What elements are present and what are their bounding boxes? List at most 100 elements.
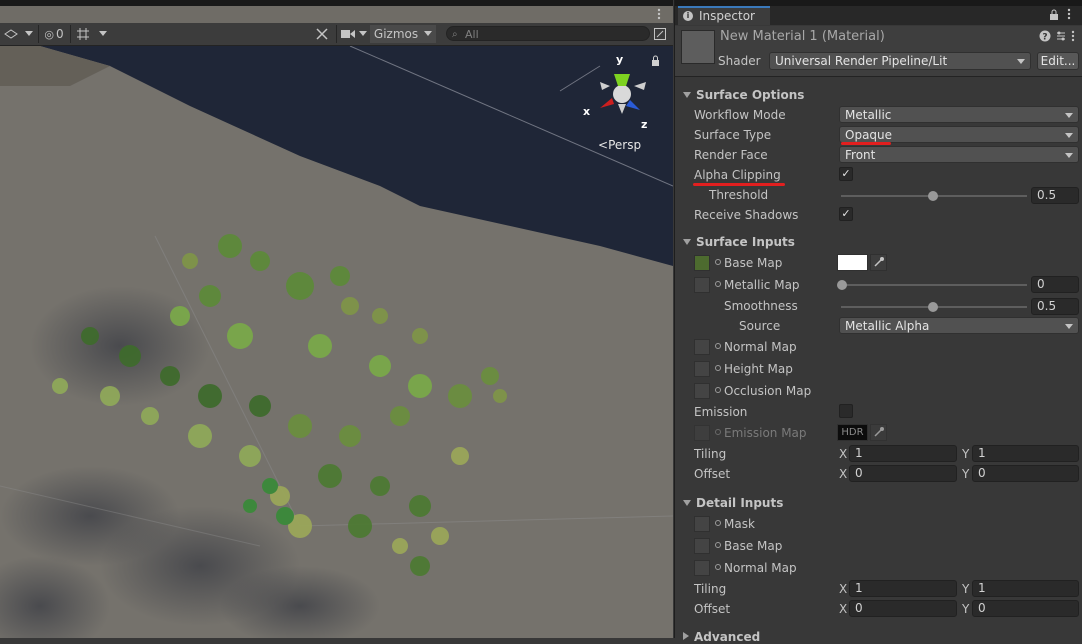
layers-dropdown-arrow[interactable] [22,25,36,43]
detail-normal-map-texture-slot[interactable] [694,560,710,576]
alpha-clipping-checkbox[interactable]: ✓ [839,167,853,181]
preset-icon[interactable] [1055,30,1067,45]
tools-icon[interactable] [310,25,334,43]
object-picker-icon[interactable] [715,520,721,526]
chevron-down-icon [1065,324,1073,329]
red-underline-surface-type [841,142,891,145]
svg-text:?: ? [1042,33,1047,43]
search-icon: ⌕ [452,29,458,40]
detail-offset-y-label: Y [962,602,970,616]
material-header: New Material 1 (Material) ? Shader Unive… [675,26,1082,77]
mask-label: Mask [724,517,755,531]
detail-tiling-y-label: Y [962,582,970,596]
shader-dropdown[interactable]: Universal Render Pipeline/Lit [769,52,1031,70]
section-surface-options[interactable]: Surface Options [683,88,804,102]
inspector-lock-icon[interactable] [1049,9,1059,23]
section-title: Surface Options [696,88,805,102]
render-face-label: Render Face [694,148,768,162]
emission-checkbox[interactable] [839,404,853,418]
section-advanced[interactable]: Advanced [683,630,760,644]
scene-more-options-icon[interactable] [652,6,666,22]
header-more-icon[interactable] [1071,30,1075,45]
scene-canvas[interactable] [0,46,673,638]
metallic-field[interactable]: 0 [1031,276,1079,293]
object-picker-icon[interactable] [715,429,721,435]
inspector-more-options-icon[interactable] [1067,8,1071,23]
search-placeholder: All [465,28,479,41]
tiling-x-field[interactable]: 1 [849,445,957,462]
base-map-color-swatch[interactable] [837,254,868,271]
material-preview [681,30,715,64]
surface-type-dropdown[interactable]: Opaque [839,126,1079,143]
offset-x-field[interactable]: 0 [849,465,957,482]
render-face-dropdown[interactable]: Front [839,146,1079,163]
layers-icon[interactable] [0,25,22,43]
offset-y-field[interactable]: 0 [972,465,1079,482]
threshold-label: Threshold [709,188,769,202]
source-label: Source [739,319,781,333]
scene-settings-icon[interactable] [652,25,668,43]
grid-icon[interactable] [70,25,95,43]
metallic-map-texture-slot[interactable] [694,277,710,293]
scene-search-input[interactable]: ⌕ All [446,26,650,41]
threshold-field[interactable]: 0.5 [1031,187,1079,204]
info-icon: i [683,11,693,21]
detail-base-map-label: Base Map [724,539,783,553]
occlusion-map-texture-slot[interactable] [694,383,710,399]
object-picker-icon[interactable] [715,281,721,287]
normal-map-texture-slot[interactable] [694,339,710,355]
help-icon[interactable]: ? [1039,30,1051,45]
smoothness-slider-handle[interactable] [928,302,938,312]
render-face-value: Front [845,148,876,162]
emission-color-swatch[interactable]: HDR [837,424,868,441]
mask-texture-slot[interactable] [694,516,710,532]
threshold-slider-handle[interactable] [928,191,938,201]
detail-offset-x-label: X [839,602,848,616]
object-picker-icon[interactable] [715,542,721,548]
persp-toggle[interactable]: <Persp [598,138,641,152]
offset-y-label: Y [962,467,970,481]
base-map-label: Base Map [724,256,783,270]
hdr-label: HDR [841,427,864,438]
detail-tiling-x-field[interactable]: 1 [849,580,957,597]
edit-shader-button[interactable]: Edit... [1037,52,1079,70]
camera-dropdown-arrow[interactable] [356,25,370,43]
base-map-texture-slot[interactable] [694,255,710,271]
gizmo-x-label: x [583,105,591,118]
detail-tiling-y-field[interactable]: 1 [972,580,1079,597]
eyedropper-icon[interactable] [870,424,887,441]
eyedropper-icon[interactable] [870,254,887,271]
object-picker-icon[interactable] [715,259,721,265]
metallic-slider-track[interactable] [841,284,1027,286]
metallic-slider-handle[interactable] [837,280,847,290]
detail-base-map-texture-slot[interactable] [694,538,710,554]
object-picker-icon[interactable] [715,387,721,393]
receive-shadows-checkbox[interactable]: ✓ [839,207,853,221]
grid-dropdown-arrow[interactable] [94,25,112,43]
section-title: Advanced [694,630,761,644]
object-picker-icon[interactable] [715,365,721,371]
smoothness-field[interactable]: 0.5 [1031,298,1079,315]
height-map-texture-slot[interactable] [694,361,710,377]
chevron-down-icon [1017,59,1025,64]
section-surface-inputs[interactable]: Surface Inputs [683,235,795,249]
gizmos-button[interactable]: Gizmos [370,25,422,43]
section-detail-inputs[interactable]: Detail Inputs [683,496,783,510]
object-picker-icon[interactable] [715,343,721,349]
offset-label: Offset [694,467,731,481]
tiling-y-field[interactable]: 1 [972,445,1079,462]
source-dropdown[interactable]: Metallic Alpha [839,317,1079,334]
tab-inspector[interactable]: i Inspector [678,6,770,25]
emission-map-texture-slot[interactable] [694,425,710,441]
shader-value: Universal Render Pipeline/Lit [775,54,948,68]
gizmos-dropdown-arrow[interactable] [420,25,436,43]
detail-offset-label: Offset [694,602,731,616]
scene-view[interactable]: ◎ 0 Gizmos ⌕ All y x z <Persp [0,0,673,638]
object-picker-icon[interactable] [715,564,721,570]
inspector-panel: i Inspector New Material 1 (Material) ? … [674,0,1082,644]
detail-offset-x-field[interactable]: 0 [849,600,957,617]
workflow-mode-dropdown[interactable]: Metallic [839,106,1079,123]
detail-offset-y-field[interactable]: 0 [972,600,1079,617]
foldout-arrow-icon [683,92,691,98]
hidden-objects-toggle[interactable]: ◎ 0 [38,25,69,43]
